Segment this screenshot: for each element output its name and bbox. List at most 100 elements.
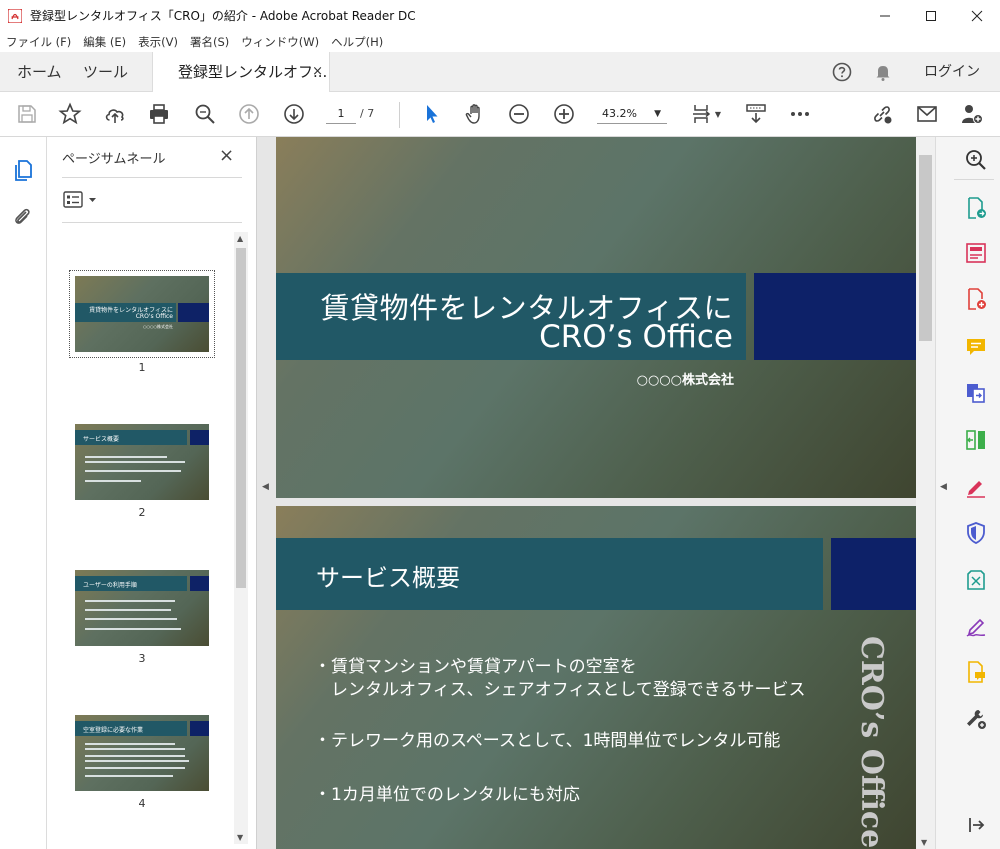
scroll-up-icon[interactable]: ▲ xyxy=(237,234,243,243)
slide-bullet: ・1カ月単位でのレンタルにも対応 xyxy=(314,785,580,805)
menu-file[interactable]: ファイル (F) xyxy=(6,34,71,50)
create-pdf-icon[interactable] xyxy=(964,287,988,311)
close-panel-button[interactable]: × xyxy=(219,145,234,166)
window-title: 登録型レンタルオフィス「CRO」の紹介 - Adobe Acrobat Read… xyxy=(30,9,416,23)
menu-sign[interactable]: 署名(S) xyxy=(190,34,229,50)
notification-bell-icon[interactable] xyxy=(873,62,893,82)
page-number-label: 1 xyxy=(138,361,146,374)
bookmark-star-button[interactable] xyxy=(56,100,84,128)
combine-files-icon[interactable] xyxy=(964,381,988,405)
search-icon xyxy=(195,104,215,124)
page-thumbnail-1[interactable]: 賃貸物件をレンタルオフィスに CRO's Office ○○○○株式会社 xyxy=(75,276,209,352)
cloud-upload-icon xyxy=(105,109,124,123)
thumb-text-line xyxy=(85,609,171,611)
zoom-level-value: 43.2% xyxy=(602,107,637,120)
tab-home[interactable]: ホーム xyxy=(17,52,62,92)
close-icon xyxy=(971,10,983,21)
thumb-text-line xyxy=(85,456,167,458)
thumb-navy-block xyxy=(190,576,209,591)
scrollbar-thumb[interactable] xyxy=(919,155,932,341)
scroll-mode-button[interactable] xyxy=(742,100,770,128)
page-number-input[interactable]: 1 xyxy=(326,104,356,124)
email-button[interactable] xyxy=(913,100,941,128)
upload-button[interactable] xyxy=(101,100,129,128)
scan-ocr-icon[interactable] xyxy=(964,568,988,592)
page-thumbnail-4[interactable]: 空室登録に必要な作業 xyxy=(75,715,209,791)
page-total: / 7 xyxy=(360,107,375,120)
login-button[interactable]: ログイン xyxy=(924,52,980,92)
share-link-button[interactable] xyxy=(868,100,896,128)
export-pdf-icon[interactable] xyxy=(964,196,988,220)
attachment-paperclip-icon[interactable] xyxy=(10,204,36,230)
panel-title: ページサムネール xyxy=(62,152,166,167)
thumbnail-scrollbar[interactable]: ▲ ▼ xyxy=(234,232,248,844)
right-tools-rail: ◀ xyxy=(935,137,1000,849)
collapse-left-panel-icon[interactable]: ◀ xyxy=(262,482,269,492)
page-thumbnail-2[interactable]: サービス概要 xyxy=(75,424,209,500)
tab-tools[interactable]: ツール xyxy=(83,52,128,92)
chevron-down-icon: ▼ xyxy=(714,109,722,119)
more-tools-wrench-icon[interactable] xyxy=(964,707,988,731)
arrow-up-circle-icon xyxy=(239,104,259,124)
panel-divider xyxy=(62,222,242,223)
search-zoom-button[interactable] xyxy=(191,100,219,128)
request-signature-icon[interactable] xyxy=(964,614,988,638)
fit-page-icon xyxy=(692,105,711,123)
comment-icon[interactable] xyxy=(964,335,988,359)
minimize-button[interactable] xyxy=(862,0,908,31)
print-button[interactable] xyxy=(145,100,173,128)
edit-pdf-icon[interactable] xyxy=(964,241,988,265)
zoom-out-button[interactable] xyxy=(505,100,533,128)
collapse-tools-pane-icon[interactable] xyxy=(964,813,988,837)
document-scrollbar[interactable]: ▼ xyxy=(916,137,935,849)
menu-edit[interactable]: 編集 (E) xyxy=(83,34,126,50)
page-thumbnails-icon[interactable] xyxy=(10,157,36,183)
hand-tool-button[interactable] xyxy=(461,100,489,128)
thumb-navy-block xyxy=(190,721,209,736)
close-window-button[interactable] xyxy=(954,0,1000,31)
slide-side-logo-text: CRO’s Office xyxy=(854,636,889,849)
fill-sign-icon[interactable] xyxy=(964,475,988,499)
page-thumbnail-3[interactable]: ユーザーの利用手順 xyxy=(75,570,209,646)
send-for-comments-icon[interactable] xyxy=(964,660,988,684)
zoom-in-button[interactable] xyxy=(550,100,578,128)
menu-help[interactable]: ヘルプ(H) xyxy=(331,34,383,50)
envelope-icon xyxy=(917,106,937,122)
thumb-text-line xyxy=(85,755,185,757)
more-tools-button[interactable] xyxy=(786,100,814,128)
expand-right-panel-icon[interactable]: ◀ xyxy=(940,482,947,492)
search-zoom-tool-icon[interactable] xyxy=(964,148,988,172)
scrollbar-thumb[interactable] xyxy=(236,248,246,588)
tab-document[interactable]: 登録型レンタルオフ... × xyxy=(152,52,330,93)
menu-bar: ファイル (F) 編集 (E) 表示(V) 署名(S) ウィンドウ(W) ヘルプ… xyxy=(0,31,1000,52)
page-display-button[interactable]: ▼ xyxy=(688,100,724,128)
thumb-text-line xyxy=(85,470,181,472)
maximize-button[interactable] xyxy=(908,0,954,31)
close-tab-button[interactable]: × xyxy=(312,52,323,92)
slide-1: 賃貸物件をレンタルオフィスに CRO’s Office ○○○○株式会社 xyxy=(276,137,916,498)
thumb-title: 空室登録に必要な作業 xyxy=(83,727,144,734)
page-number-label: 2 xyxy=(138,506,146,519)
add-user-button[interactable] xyxy=(958,100,986,128)
select-tool-button[interactable] xyxy=(417,100,445,128)
minimize-icon xyxy=(880,15,890,16)
scroll-down-icon[interactable]: ▼ xyxy=(237,833,243,842)
chevron-down-icon: ▼ xyxy=(654,109,661,119)
scroll-down-icon[interactable]: ▼ xyxy=(921,838,927,847)
help-icon[interactable] xyxy=(832,62,852,82)
menu-window[interactable]: ウィンドウ(W) xyxy=(241,34,319,50)
thumbnail-options-menu[interactable] xyxy=(63,191,99,209)
organize-pages-icon[interactable] xyxy=(964,428,988,452)
link-icon xyxy=(874,106,892,124)
zoom-level-select[interactable]: 43.2% ▼ xyxy=(597,104,667,124)
previous-page-button[interactable] xyxy=(235,100,263,128)
page-number-label: 4 xyxy=(138,797,146,810)
title-bar: 登録型レンタルオフィス「CRO」の紹介 - Adobe Acrobat Read… xyxy=(0,0,1000,31)
save-button[interactable] xyxy=(13,100,41,128)
document-view[interactable]: ◀ 賃貸物件をレンタルオフィスに CRO’s Office ○○○○株式会社 サ… xyxy=(257,137,935,849)
next-page-button[interactable] xyxy=(280,100,308,128)
slide-title-line2: CRO’s Office xyxy=(539,319,733,355)
thumb-text-line xyxy=(85,618,177,620)
menu-view[interactable]: 表示(V) xyxy=(138,34,178,50)
protect-shield-icon[interactable] xyxy=(964,521,988,545)
